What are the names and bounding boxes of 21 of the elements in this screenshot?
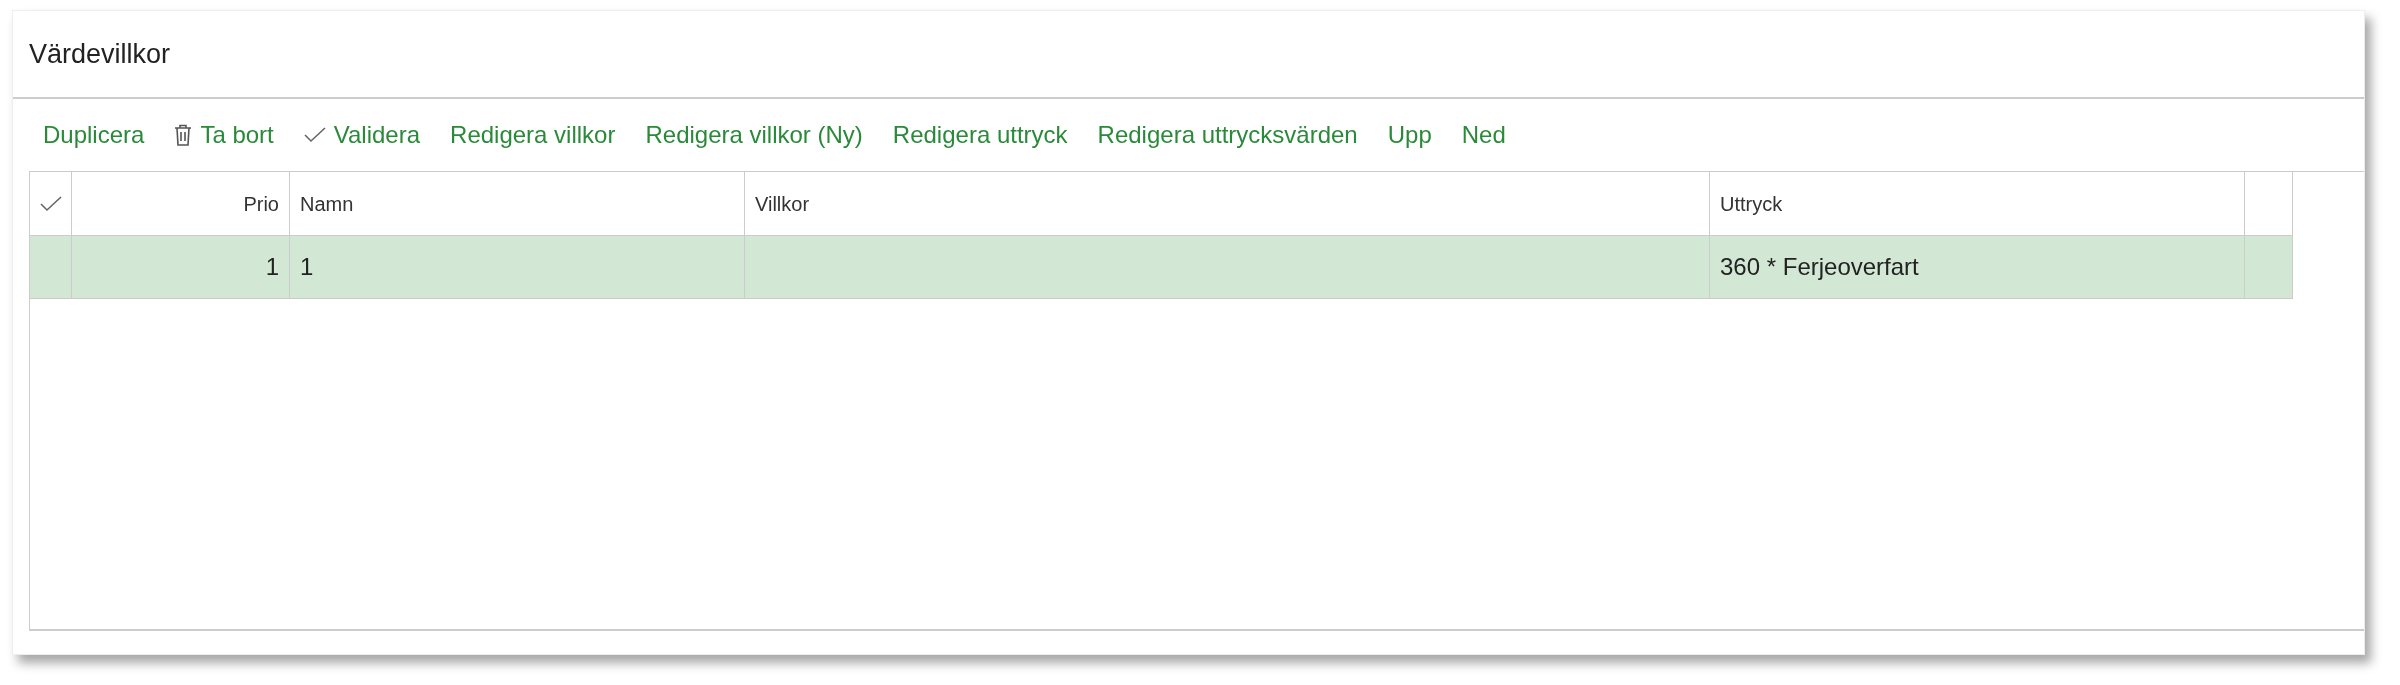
check-icon xyxy=(303,127,326,143)
toolbar-button[interactable]: Duplicera xyxy=(43,117,145,153)
column-header[interactable]: Namn xyxy=(290,172,745,235)
table-cell: 360 * Ferjeoverfart xyxy=(1710,236,2245,298)
select-all-check-icon xyxy=(39,195,62,212)
toolbar-button[interactable]: Redigera villkor xyxy=(450,117,616,153)
column-header[interactable]: Prio xyxy=(72,172,290,235)
table-cell: 1 xyxy=(72,236,290,298)
column-header[interactable]: Uttryck xyxy=(1710,172,2245,235)
toolbar-button[interactable]: Ta bort xyxy=(174,117,274,153)
table-cell: 1 xyxy=(290,236,745,298)
trash-icon xyxy=(174,124,193,146)
toolbar-button[interactable]: Validera xyxy=(303,117,421,153)
toolbar-button[interactable]: Redigera villkor (Ny) xyxy=(645,117,863,153)
toolbar-button[interactable]: Ned xyxy=(1461,117,1506,153)
toolbar-button[interactable]: Redigera uttryck xyxy=(892,117,1068,153)
panel-title: Värdevillkor xyxy=(29,37,171,71)
toolbar-button[interactable]: Redigera uttrycksvärden xyxy=(1097,117,1358,153)
toolbar-button[interactable]: Upp xyxy=(1387,117,1432,153)
table-row[interactable]: 1 1 360 * Ferjeoverfart xyxy=(30,236,2293,299)
column-header[interactable]: Villkor xyxy=(745,172,1710,235)
